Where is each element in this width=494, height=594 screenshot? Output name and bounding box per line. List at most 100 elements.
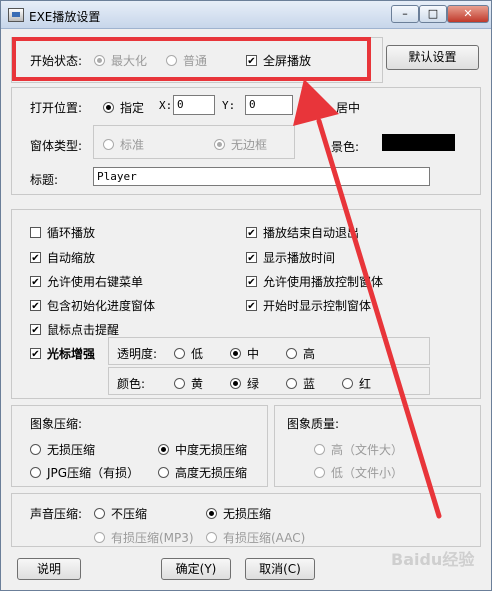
radio-sound-lossless[interactable]: 无损压缩: [206, 505, 271, 522]
radio-high-lossless[interactable]: 高度无损压缩: [158, 464, 247, 481]
radio-transparency-mid[interactable]: 中: [230, 345, 259, 362]
show-time-checkbox[interactable]: ✔ 显示播放时间: [246, 249, 335, 266]
show-control-at-start-label: 开始时显示控制窗体: [263, 299, 372, 313]
radio-transparency-low[interactable]: 低: [174, 345, 203, 362]
radio-specify[interactable]: 指定: [103, 99, 144, 116]
cursor-enhance-checkbox[interactable]: ✔ 光标增强: [30, 345, 95, 362]
radio-borderless-label: 无边框: [231, 138, 268, 152]
cursor-enhance-label: 光标增强: [47, 347, 96, 361]
settings-window: EXE播放设置 – □ ✕ 开始状态: 最大化 普通 ✔ 全屏播放 默认设置 打开…: [0, 0, 492, 591]
radio-color-yellow-label: 黄: [191, 377, 204, 391]
app-icon: [8, 8, 24, 22]
radio-mp3[interactable]: 有损压缩(MP3): [94, 529, 194, 546]
radio-dot: [314, 444, 325, 455]
radio-dot: [206, 508, 217, 519]
radio-jpg-label: JPG压缩（有损）: [47, 466, 140, 480]
window-title: EXE播放设置: [29, 10, 101, 24]
radio-dot: [174, 348, 185, 359]
auto-exit-label: 播放结束自动退出: [263, 226, 360, 240]
background-color-swatch[interactable]: [382, 134, 455, 151]
cancel-button[interactable]: 取消(C): [245, 558, 315, 580]
radio-dot: [286, 348, 297, 359]
right-click-menu-checkbox[interactable]: ✔ 允许使用右键菜单: [30, 273, 143, 290]
radio-aac-label: 有损压缩(AAC): [223, 531, 306, 545]
image-compression-label: 图象压缩:: [30, 417, 83, 431]
auto-scale-label: 自动缩放: [47, 251, 96, 265]
radio-dot: [319, 102, 330, 113]
y-input[interactable]: 0: [245, 95, 293, 115]
radio-dot: [206, 532, 217, 543]
open-position-label: 打开位置:: [30, 101, 83, 115]
check-icon: ✔: [246, 276, 257, 288]
show-control-at-start-checkbox[interactable]: ✔ 开始时显示控制窗体: [246, 297, 371, 314]
radio-no-compression[interactable]: 不压缩: [94, 505, 147, 522]
auto-exit-checkbox[interactable]: ✔ 播放结束自动退出: [246, 224, 359, 241]
radio-medium-lossless-label: 中度无损压缩: [175, 443, 248, 457]
radio-dot: [174, 378, 185, 389]
check-icon: ✔: [246, 300, 257, 312]
allow-control-window-label: 允许使用播放控制窗体: [263, 275, 384, 289]
mouse-click-alert-label: 鼠标点击提醒: [47, 323, 120, 337]
radio-dot: [94, 508, 105, 519]
auto-scale-checkbox[interactable]: ✔ 自动缩放: [30, 249, 95, 266]
help-button[interactable]: 说明: [17, 558, 81, 580]
y-label: Y:: [222, 99, 236, 112]
allow-control-window-checkbox[interactable]: ✔ 允许使用播放控制窗体: [246, 273, 383, 290]
radio-sound-lossless-label: 无损压缩: [223, 507, 272, 521]
check-icon: ✔: [30, 324, 41, 336]
radio-transparency-mid-label: 中: [247, 347, 260, 361]
ok-button[interactable]: 确定(Y): [161, 558, 231, 580]
radio-center-label: 居中: [336, 101, 361, 115]
maximize-button[interactable]: □: [419, 5, 447, 23]
radio-color-red[interactable]: 红: [342, 375, 371, 392]
radio-quality-low-label: 低（文件小）: [331, 466, 404, 480]
loop-play-label: 循环播放: [47, 226, 96, 240]
loop-play-checkbox[interactable]: 循环播放: [30, 224, 95, 241]
radio-specify-label: 指定: [120, 101, 145, 115]
window-type-label: 窗体类型:: [30, 139, 83, 153]
radio-dot: [103, 139, 114, 150]
watermark: Baidu经验: [391, 550, 475, 569]
check-icon: ✔: [246, 252, 257, 264]
radio-lossless-label: 无损压缩: [47, 443, 96, 457]
radio-mp3-label: 有损压缩(MP3): [111, 531, 194, 545]
radio-color-blue[interactable]: 蓝: [286, 375, 315, 392]
title-input[interactable]: Player: [93, 167, 430, 186]
radio-medium-lossless[interactable]: 中度无损压缩: [158, 441, 247, 458]
radio-dot: [214, 139, 225, 150]
radio-dot: [158, 444, 169, 455]
radio-high-lossless-label: 高度无损压缩: [175, 466, 248, 480]
radio-quality-high[interactable]: 高（文件大）: [314, 441, 403, 458]
default-settings-button[interactable]: 默认设置: [386, 45, 479, 70]
close-button[interactable]: ✕: [447, 5, 489, 23]
radio-standard[interactable]: 标准: [103, 136, 144, 153]
radio-color-red-label: 红: [359, 377, 372, 391]
radio-center[interactable]: 居中: [319, 99, 360, 116]
radio-transparency-high[interactable]: 高: [286, 345, 315, 362]
radio-color-green[interactable]: 绿: [230, 375, 259, 392]
title-field-label: 标题:: [30, 173, 59, 187]
sound-compression-label: 声音压缩:: [30, 507, 83, 521]
title-bar[interactable]: EXE播放设置 – □ ✕: [1, 1, 491, 29]
radio-standard-label: 标准: [120, 138, 145, 152]
init-progress-label: 包含初始化进度窗体: [47, 299, 156, 313]
minimize-button[interactable]: –: [391, 5, 419, 23]
transparency-label: 透明度:: [117, 347, 158, 361]
x-input[interactable]: 0: [173, 95, 215, 115]
radio-lossless[interactable]: 无损压缩: [30, 441, 95, 458]
radio-no-compression-label: 不压缩: [111, 507, 148, 521]
radio-quality-high-label: 高（文件大）: [331, 443, 404, 457]
init-progress-checkbox[interactable]: ✔ 包含初始化进度窗体: [30, 297, 155, 314]
radio-jpg[interactable]: JPG压缩（有损）: [30, 464, 139, 481]
radio-quality-low[interactable]: 低（文件小）: [314, 464, 403, 481]
radio-color-yellow[interactable]: 黄: [174, 375, 203, 392]
radio-borderless[interactable]: 无边框: [214, 136, 267, 153]
radio-aac[interactable]: 有损压缩(AAC): [206, 529, 305, 546]
red-highlight-box: [12, 37, 371, 81]
mouse-click-alert-checkbox[interactable]: ✔ 鼠标点击提醒: [30, 321, 119, 338]
x-label: X:: [159, 99, 173, 112]
radio-dot: [94, 532, 105, 543]
radio-dot: [30, 467, 41, 478]
radio-transparency-high-label: 高: [303, 347, 316, 361]
radio-dot: [230, 348, 241, 359]
